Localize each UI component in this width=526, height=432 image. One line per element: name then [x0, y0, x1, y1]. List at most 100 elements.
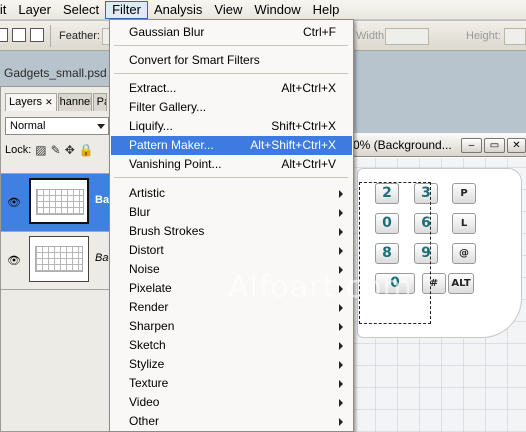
menu-item-render[interactable]: Render [111, 298, 352, 317]
menu-item-label: Extract... [129, 81, 177, 95]
menu-item-label: Distort [129, 243, 164, 257]
tab-channels-label: Channels [59, 96, 91, 108]
menu-item-other[interactable]: Other [111, 412, 352, 431]
menu-item-pixelate[interactable]: Pixelate [111, 279, 352, 298]
menu-item-sketch[interactable]: Sketch [111, 336, 352, 355]
menu-separator [114, 73, 348, 74]
eye-icon[interactable]: 👁 [7, 254, 21, 267]
submenu-arrow-icon [339, 304, 343, 312]
width-field[interactable] [385, 28, 429, 45]
lock-label: Lock: [5, 144, 32, 156]
menu-item-filter-gallery[interactable]: Filter Gallery... [111, 98, 352, 117]
panel-divider [1, 289, 111, 290]
chevron-down-icon [97, 124, 105, 129]
layer-row[interactable]: 👁 Background [1, 173, 111, 231]
eye-icon[interactable]: 👁 [7, 196, 21, 209]
menu-item-label: Liquify... [129, 119, 173, 133]
tab-paths[interactable]: Paths [92, 93, 107, 111]
minimize-button[interactable]: – [461, 138, 482, 153]
menu-select[interactable]: Select [57, 1, 105, 19]
blend-mode-value: Normal [10, 120, 46, 132]
submenu-arrow-icon [339, 285, 343, 293]
submenu-arrow-icon [339, 380, 343, 388]
lock-brush-icon[interactable]: ✎ [51, 143, 61, 157]
document-window: 0% (Background... – ▭ ✕ 3 2 P 6 L 9 @ 8 … [352, 133, 526, 432]
menu-item-extract[interactable]: Extract... Alt+Ctrl+X [111, 79, 352, 98]
menu-item-blur[interactable]: Blur [111, 203, 352, 222]
menubar: Edit Layer Select Filter Analysis View W… [0, 0, 526, 20]
menu-item-sharpen[interactable]: Sharpen [111, 317, 352, 336]
menu-item-brush-strokes[interactable]: Brush Strokes [111, 222, 352, 241]
lock-all-icon[interactable]: 🔒 [79, 143, 94, 157]
menu-item-shortcut: Ctrl+F [303, 25, 336, 39]
menu-item-noise[interactable]: Noise [111, 260, 352, 279]
menu-item-liquify[interactable]: Liquify... Shift+Ctrl+X [111, 117, 352, 136]
layer-row[interactable]: 👁 Background [1, 231, 111, 289]
submenu-arrow-icon [339, 361, 343, 369]
selection-mode-icon[interactable] [0, 28, 8, 42]
maximize-button[interactable]: ▭ [484, 138, 505, 153]
tab-layers[interactable]: Layers ✕ [5, 93, 57, 111]
keypad-key: ALT [448, 273, 474, 294]
menu-item-label: Pattern Maker... [129, 138, 214, 152]
lock-transparent-icon[interactable]: ▨ [35, 143, 46, 157]
submenu-arrow-icon [339, 323, 343, 331]
menu-item-shortcut: Alt+Shift+Ctrl+X [250, 138, 336, 152]
menu-window[interactable]: Window [248, 1, 306, 19]
menu-item-label: Vanishing Point... [129, 157, 222, 171]
menu-item-label: Render [129, 300, 169, 314]
keypad-key: L [452, 213, 476, 234]
add-selection-icon[interactable] [12, 28, 26, 42]
submenu-arrow-icon [339, 266, 343, 274]
submenu-arrow-icon [339, 209, 343, 217]
menu-item-label: Sharpen [129, 319, 175, 333]
menu-item-label: Sketch [129, 338, 166, 352]
menu-item-pattern-maker[interactable]: Pattern Maker... Alt+Shift+Ctrl+X [111, 136, 352, 155]
height-label: Height: [466, 30, 501, 42]
tab-channels[interactable]: Channels [57, 93, 92, 111]
menu-item-label: Brush Strokes [129, 224, 205, 238]
menu-layer[interactable]: Layer [12, 1, 57, 19]
menu-item-texture[interactable]: Texture [111, 374, 352, 393]
menu-separator [114, 45, 348, 46]
menu-item-shortcut: Shift+Ctrl+X [271, 119, 336, 133]
blend-mode-select[interactable]: Normal [5, 117, 109, 135]
menu-item-video[interactable]: Video [111, 393, 352, 412]
menu-item-stylize[interactable]: Stylize [111, 355, 352, 374]
menu-analysis[interactable]: Analysis [148, 1, 208, 19]
submenu-arrow-icon [339, 190, 343, 198]
layer-thumbnail [29, 178, 89, 224]
menu-filter[interactable]: Filter [105, 0, 148, 19]
keypad-key: @ [452, 243, 476, 264]
layers-panel: Layers ✕ Channels Paths Normal Lock: ▨ ✎… [0, 86, 112, 432]
menu-item-gaussian-blur[interactable]: Gaussian Blur Ctrl+F [111, 23, 352, 42]
menu-view[interactable]: View [208, 1, 248, 19]
document-window-title: 0% (Background... [353, 138, 452, 152]
menu-help[interactable]: Help [307, 1, 346, 19]
menu-item-label: Video [129, 395, 160, 409]
close-icon[interactable]: ✕ [45, 97, 53, 107]
keypad-key: P [452, 183, 476, 204]
close-button[interactable]: ✕ [507, 138, 526, 153]
menu-item-artistic[interactable]: Artistic [111, 184, 352, 203]
menu-item-label: Convert for Smart Filters [129, 53, 260, 67]
submenu-arrow-icon [339, 247, 343, 255]
canvas[interactable]: 3 2 P 6 L 9 @ 8 0 # ALT 0 3 [353, 158, 526, 432]
lock-move-icon[interactable]: ✥ [65, 143, 75, 157]
menu-item-convert-for-smart-filters[interactable]: Convert for Smart Filters [111, 51, 352, 70]
menu-item-label: Blur [129, 205, 151, 219]
menu-edit[interactable]: Edit [0, 1, 12, 19]
menu-separator [114, 177, 348, 178]
layer-thumbnail [29, 236, 89, 282]
menu-item-shortcut: Alt+Ctrl+X [281, 81, 336, 95]
document-tab-title[interactable]: Gadgets_small.psd [0, 64, 107, 82]
panel-tabs: Layers ✕ Channels Paths [5, 93, 108, 111]
menu-item-vanishing-point[interactable]: Vanishing Point... Alt+Ctrl+V [111, 155, 352, 174]
intersect-selection-icon[interactable] [30, 28, 44, 42]
width-label: Width: [356, 30, 388, 42]
menu-item-label: Gaussian Blur [129, 25, 205, 39]
menu-item-label: Artistic [129, 186, 165, 200]
filter-menu: Gaussian Blur Ctrl+F Convert for Smart Fil… [109, 19, 354, 432]
height-field[interactable] [504, 28, 526, 45]
menu-item-distort[interactable]: Distort [111, 241, 352, 260]
